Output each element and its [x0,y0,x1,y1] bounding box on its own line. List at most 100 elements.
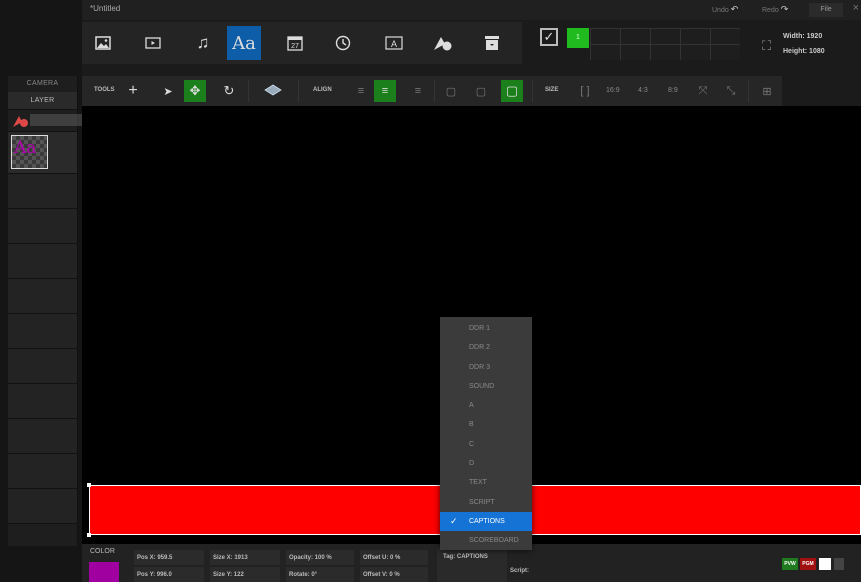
align-right-icon[interactable]: ≡ [407,80,429,102]
layer-slot-empty[interactable] [8,209,77,244]
check-icon: ✓ [450,515,458,526]
add-icon[interactable]: + [122,80,144,102]
layer-slot-empty[interactable] [8,314,77,349]
align-center-icon[interactable]: ≡ [374,80,396,102]
dropdown-item[interactable]: SOUND [440,377,532,396]
layer-slot-empty[interactable] [8,349,77,384]
layer-slot-empty[interactable] [8,279,77,314]
side-panel: CAMERA LAYER Aa [8,76,88,546]
color-swatch[interactable] [89,562,119,582]
size-label: SIZE [545,87,559,93]
white-button[interactable] [819,558,831,570]
ratio-4-3[interactable]: 4:3 [638,87,648,94]
rotate: Rotate: 0° [289,572,318,578]
file-button[interactable]: File [809,3,843,17]
tab-camera[interactable]: CAMERA [8,76,77,92]
dropdown-item[interactable]: DDR 3 [440,358,532,377]
redo-icon: ↷ [780,4,789,14]
redo-button[interactable]: Redo ↷ [762,4,788,15]
layer-slot-empty[interactable] [8,174,77,209]
dropdown-item[interactable]: SCOREBOARD [440,531,532,550]
tag-dropdown[interactable]: DDR 1 DDR 2 DDR 3 SOUND A B C D TEXT SCRIPT ✓ CAPTI… [440,317,532,550]
dropdown-item[interactable]: A [440,396,532,415]
layer-thumb-text: Aa [14,138,37,158]
layer-slot-empty[interactable] [8,454,77,489]
title-editor-app: *Untitled Undo ↶ Redo ↷ File × ♫ Aa 27 A… [0,0,861,582]
move-icon[interactable]: ✥ [184,80,206,102]
dropdown-item-label: A [469,402,474,410]
text-icon[interactable]: Aa [227,26,261,60]
dropdown-item-label: D [469,460,475,468]
dropdown-item[interactable]: B [440,415,532,434]
layer-drag-shadow [30,114,88,126]
pgm-button[interactable]: PGM [800,558,816,570]
offset-u: Offset U: 0 % [363,555,401,561]
svg-text:A: A [391,39,397,49]
dropdown-item[interactable]: D [440,454,532,473]
checkbox-icon[interactable]: ✓ [540,28,558,46]
expand-icon[interactable]: ⤧ [692,80,714,102]
align-label: ALIGN [313,87,332,93]
shrink-icon[interactable]: ⤡ [720,80,742,102]
frame-large-icon[interactable]: ▢ [501,80,523,102]
resolution-icon: ⛶ [762,38,772,53]
text-box-icon[interactable]: A [377,26,411,60]
color-label: COLOR [90,548,115,555]
gray-button[interactable] [834,558,844,570]
layer-thumbnail: Aa [11,135,48,169]
height-label[interactable]: Height: 1080 [783,48,825,55]
pvw-button[interactable]: PVW [782,558,798,570]
dropdown-item[interactable]: ✓ CAPTIONS [440,511,532,532]
redo-label: Redo [762,7,779,14]
resize-handle[interactable] [87,533,91,537]
layer-item[interactable]: Aa [8,132,77,174]
dropdown-item-label: DDR 1 [469,325,491,332]
script-label: Script: [510,568,530,574]
layer-header [8,110,88,133]
tag: Tag: CAPTIONS [443,554,488,560]
dropdown-item[interactable]: TEXT [440,473,532,492]
dropdown-item-label: DDR 2 [469,344,491,352]
dropdown-item-label: SCOREBOARD [469,537,519,545]
green-cell[interactable]: 1 [567,28,589,48]
offset-v: Offset V: 0 % [363,572,400,578]
fit-icon[interactable]: [ ] [574,80,596,102]
scoreboard-icon[interactable] [475,26,509,60]
align-left-icon[interactable]: ≡ [350,80,372,102]
layers-icon[interactable] [258,80,288,102]
dropdown-item-label: DDR 3 [469,363,491,371]
ratio-16-9[interactable]: 16:9 [606,87,620,94]
undo-icon: ↶ [730,4,739,14]
layer-slot-empty[interactable] [8,419,77,454]
video-icon[interactable] [136,26,170,60]
layer-slot-empty[interactable] [8,489,77,524]
pointer-icon[interactable]: ➤ [157,80,179,102]
dropdown-item-label: SOUND [469,382,495,390]
shape-layer-icon [12,114,30,133]
grid-icon[interactable]: ⊞ [756,80,778,102]
size-x: Size X: 1913 [213,555,248,561]
clock-icon[interactable] [326,26,360,60]
width-label[interactable]: Width: 1920 [783,33,822,40]
shape-icon[interactable] [426,26,460,60]
frame-small-icon[interactable]: ▢ [440,80,462,102]
dropdown-item[interactable]: DDR 2 [440,338,532,357]
layer-slot-empty[interactable] [8,384,77,419]
calendar-icon[interactable]: 27 [278,26,312,60]
dropdown-item[interactable]: C [440,435,532,454]
layer-slot-empty[interactable] [8,244,77,279]
undo-button[interactable]: Undo ↶ [712,4,738,15]
cell-grid[interactable] [590,28,740,60]
close-icon[interactable]: × [853,2,859,14]
rotate-icon[interactable]: ↻ [218,80,240,102]
dropdown-item[interactable]: SCRIPT [440,493,532,512]
ratio-8-9[interactable]: 8:9 [668,87,678,94]
frame-medium-icon[interactable]: ▢ [470,80,492,102]
dropdown-item-label: C [469,440,475,448]
image-icon[interactable] [86,26,120,60]
resize-handle[interactable] [87,483,91,487]
music-icon[interactable]: ♫ [186,26,220,60]
tab-layer[interactable]: LAYER [8,92,77,110]
dropdown-item[interactable]: DDR 1 [440,319,532,338]
title-bar: *Untitled Undo ↶ Redo ↷ File × [82,0,861,20]
